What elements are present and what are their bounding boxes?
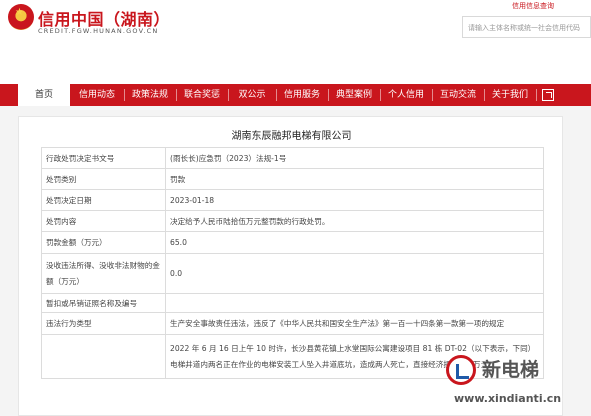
table-row: 处罚内容 决定给予人民币陆拾伍万元整罚款的行政处罚。 (41, 210, 544, 232)
row-value (165, 293, 544, 313)
row-label: 处罚类别 (41, 168, 166, 190)
nav-divider (536, 89, 537, 101)
watermark-name: 新电梯 (482, 359, 540, 381)
row-value: (雨长长)应急罚（2023）法规-1号 (165, 147, 544, 169)
national-emblem-icon: ★ (8, 4, 34, 30)
row-value: 决定给予人民币陆拾伍万元整罚款的行政处罚。 (165, 210, 544, 232)
row-label: 违法行为类型 (41, 312, 166, 335)
nav-item-rewards-penalties[interactable]: 联合奖惩 (177, 84, 227, 106)
row-label: 处罚内容 (41, 210, 166, 232)
row-label: 没收违法所得、没收非法财物的金额（万元） (41, 253, 166, 294)
row-value: 0.0 (165, 253, 544, 294)
search-input[interactable]: 请输入主体名称或统一社会信用代码 (462, 16, 591, 38)
table-row: 行政处罚决定书文号 (雨长长)应急罚（2023）法规-1号 (41, 147, 544, 169)
nav-item-double-publicity[interactable]: 双公示 (229, 84, 275, 106)
xindianti-logo-icon (446, 355, 476, 385)
table-row: 违法行为类型 生产安全事故责任违法，违反了《中华人民共和国安全生产法》第一百一十… (41, 312, 544, 335)
table-row: 没收违法所得、没收非法财物的金额（万元） 0.0 (41, 253, 544, 294)
main-nav: 首页 信用动态 政策法规 联合奖惩 双公示 信用服务 典型案例 个人信用 互动交… (0, 84, 591, 106)
row-value: 罚款 (165, 168, 544, 190)
row-value: 生产安全事故责任违法，违反了《中华人民共和国安全生产法》第一百一十四条第一款第一… (165, 312, 544, 335)
nav-item-typical-cases[interactable]: 典型案例 (329, 84, 379, 106)
site-header: ★ 信用中国（湖南） CREDIT.FGW.HUNAN.GOV.CN 信用信息查… (0, 0, 591, 78)
table-row: 罚款金额（万元） 65.0 (41, 231, 544, 254)
row-value: 2023-01-18 (165, 189, 544, 211)
nav-item-credit-services[interactable]: 信用服务 (277, 84, 327, 106)
row-value: 65.0 (165, 231, 544, 254)
company-name: 湖南东辰融邦电梯有限公司 (231, 131, 352, 142)
nav-item-about-us[interactable]: 关于我们 (485, 84, 535, 106)
external-link-icon[interactable] (542, 89, 554, 101)
row-label: 行政处罚决定书文号 (41, 147, 166, 169)
watermark-url: www.xindianti.cn (454, 392, 562, 405)
row-label (41, 334, 166, 379)
table-row: 处罚类别 罚款 (41, 168, 544, 190)
nav-item-home[interactable]: 首页 (18, 84, 70, 106)
table-row: 处罚决定日期 2023-01-18 (41, 189, 544, 211)
nav-item-interaction[interactable]: 互动交流 (433, 84, 483, 106)
nav-item-personal-credit[interactable]: 个人信用 (381, 84, 431, 106)
nav-item-credit-news[interactable]: 信用动态 (72, 84, 122, 106)
credit-query-link[interactable]: 信用信息查询 (512, 1, 554, 11)
nav-item-policies[interactable]: 政策法规 (125, 84, 175, 106)
watermark: 新电梯 www.xindianti.cn (446, 345, 591, 416)
row-label: 暂扣或吊销证照名称及编号 (41, 293, 166, 313)
row-label: 罚款金额（万元） (41, 231, 166, 254)
table-row: 暂扣或吊销证照名称及编号 (41, 293, 544, 313)
site-domain: CREDIT.FGW.HUNAN.GOV.CN (38, 27, 159, 35)
row-label: 处罚决定日期 (41, 189, 166, 211)
